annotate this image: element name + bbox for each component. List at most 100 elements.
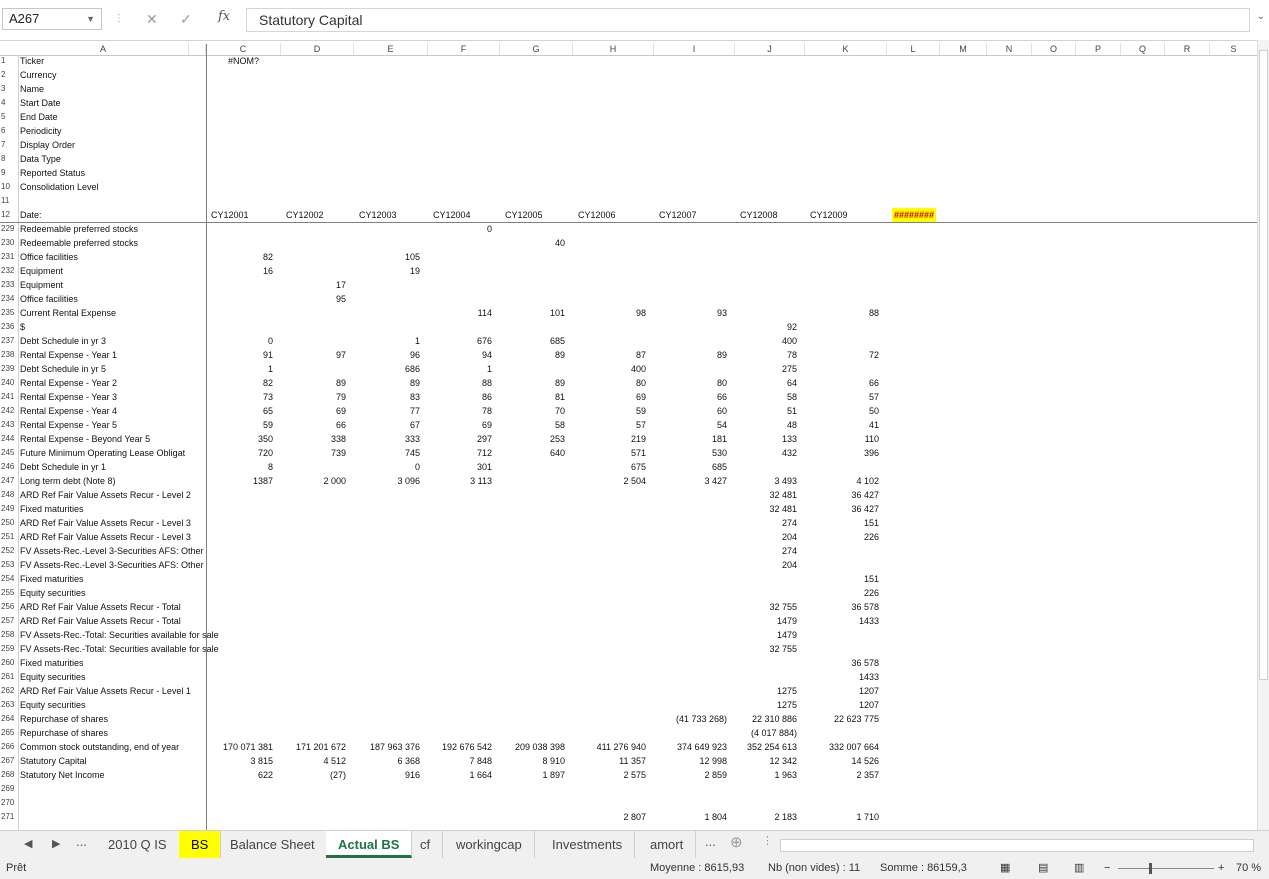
cell-C[interactable]: 82: [206, 250, 273, 264]
cell-H[interactable]: 2 575: [573, 768, 646, 782]
cell-F[interactable]: 297: [428, 432, 492, 446]
cell-J[interactable]: 32 755: [735, 600, 797, 614]
cell-F[interactable]: 301: [428, 460, 492, 474]
row-label-cell[interactable]: Currency: [20, 68, 57, 82]
cell-J[interactable]: 32 481: [735, 502, 797, 516]
cell-C[interactable]: 350: [206, 432, 273, 446]
tab-overflow-right[interactable]: ...: [705, 834, 716, 849]
row-label-cell[interactable]: Data Type: [20, 152, 61, 166]
cell-G[interactable]: 253: [500, 432, 565, 446]
cell-D[interactable]: 97: [281, 348, 346, 362]
cell-J[interactable]: 51: [735, 404, 797, 418]
cell-H[interactable]: 87: [573, 348, 646, 362]
row-label-cell[interactable]: ARD Ref Fair Value Assets Recur - Level …: [20, 530, 191, 544]
row-header[interactable]: 259: [0, 642, 19, 656]
tab-next-icon[interactable]: ▶: [52, 837, 60, 850]
row-label-cell[interactable]: Statutory Capital: [20, 754, 87, 768]
cell-G[interactable]: 70: [500, 404, 565, 418]
tab-cf[interactable]: cf: [408, 831, 444, 858]
cell-J[interactable]: 432: [735, 446, 797, 460]
row-label-cell[interactable]: Fixed maturities: [20, 572, 84, 586]
row-label-cell[interactable]: End Date: [20, 110, 58, 124]
cell-C[interactable]: 73: [206, 390, 273, 404]
cell-C[interactable]: 8: [206, 460, 273, 474]
row-header[interactable]: 12: [0, 208, 19, 222]
row-label-cell[interactable]: Display Order: [20, 138, 75, 152]
row-label-cell[interactable]: Equipment: [20, 278, 63, 292]
cell-I[interactable]: 54: [654, 418, 727, 432]
cell-C[interactable]: 1: [206, 362, 273, 376]
cell-J[interactable]: 12 342: [735, 754, 797, 768]
row-label-cell[interactable]: Rental Expense - Year 4: [20, 404, 117, 418]
cell-G[interactable]: 209 038 398: [500, 740, 565, 754]
cell-C[interactable]: 1387: [206, 474, 273, 488]
cell-E[interactable]: 83: [354, 390, 420, 404]
cell-K[interactable]: 72: [805, 348, 879, 362]
row-header[interactable]: 248: [0, 488, 19, 502]
cell-C[interactable]: CY12001: [211, 208, 249, 222]
row-header[interactable]: 241: [0, 390, 19, 404]
row-header[interactable]: 229: [0, 222, 19, 236]
cell-J[interactable]: 48: [735, 418, 797, 432]
cell-K[interactable]: 1433: [805, 670, 879, 684]
insert-function-button[interactable]: fx: [218, 9, 230, 24]
row-label-cell[interactable]: ARD Ref Fair Value Assets Recur - Total: [20, 614, 181, 628]
cell-K[interactable]: 36 427: [805, 488, 879, 502]
cell-H[interactable]: 59: [573, 404, 646, 418]
cell-F[interactable]: 94: [428, 348, 492, 362]
cell-E[interactable]: 0: [354, 460, 420, 474]
row-header[interactable]: 269: [0, 782, 19, 796]
cell-G[interactable]: CY12005: [505, 208, 543, 222]
cell-H[interactable]: 2 504: [573, 474, 646, 488]
cell-I[interactable]: 685: [654, 460, 727, 474]
cell-I[interactable]: 374 649 923: [654, 740, 727, 754]
column-header[interactable]: O: [1032, 43, 1076, 55]
add-sheet-icon[interactable]: ⊕: [730, 833, 743, 851]
cell-C[interactable]: 0: [206, 334, 273, 348]
column-header[interactable]: Q: [1121, 43, 1165, 55]
row-label-cell[interactable]: Statutory Net Income: [20, 768, 105, 782]
row-header[interactable]: 251: [0, 530, 19, 544]
column-header[interactable]: G: [500, 43, 573, 55]
row-label-cell[interactable]: $: [20, 320, 25, 334]
row-header[interactable]: 3: [0, 82, 19, 96]
cell-I[interactable]: 80: [654, 376, 727, 390]
cell-G[interactable]: 8 910: [500, 754, 565, 768]
row-label-cell[interactable]: Date:: [20, 208, 42, 222]
row-header[interactable]: 6: [0, 124, 19, 138]
zoom-out-icon[interactable]: −: [1104, 858, 1110, 879]
cell-D[interactable]: 739: [281, 446, 346, 460]
expand-formula-icon[interactable]: ⌄: [1257, 11, 1265, 22]
cell-H[interactable]: 69: [573, 390, 646, 404]
row-label-cell[interactable]: Redeemable preferred stocks: [20, 222, 138, 236]
cell-C[interactable]: 59: [206, 418, 273, 432]
cell-E[interactable]: 333: [354, 432, 420, 446]
column-header[interactable]: I: [654, 43, 735, 55]
cell-E[interactable]: 67: [354, 418, 420, 432]
cell-I[interactable]: 12 998: [654, 754, 727, 768]
row-label-cell[interactable]: Equipment: [20, 264, 63, 278]
row-label-cell[interactable]: Rental Expense - Year 1: [20, 348, 117, 362]
row-label-cell[interactable]: Redeemable preferred stocks: [20, 236, 138, 250]
row-label-cell[interactable]: Reported Status: [20, 166, 85, 180]
cell-K[interactable]: 151: [805, 516, 879, 530]
cell-H[interactable]: 675: [573, 460, 646, 474]
cell-G[interactable]: 58: [500, 418, 565, 432]
row-label-cell[interactable]: FV Assets-Rec.-Total: Securities availab…: [20, 642, 219, 656]
column-header[interactable]: M: [940, 43, 987, 55]
row-label-cell[interactable]: Ticker: [20, 54, 44, 68]
cell-J[interactable]: 2 183: [735, 810, 797, 824]
row-header[interactable]: 238: [0, 348, 19, 362]
tab-2010-q-is[interactable]: 2010 Q IS: [96, 831, 180, 858]
cell-C[interactable]: 82: [206, 376, 273, 390]
row-header[interactable]: 245: [0, 446, 19, 460]
row-header[interactable]: 270: [0, 796, 19, 810]
row-header[interactable]: 268: [0, 768, 19, 782]
row-header[interactable]: 267: [0, 754, 19, 768]
cell-H[interactable]: 571: [573, 446, 646, 460]
row-header[interactable]: 243: [0, 418, 19, 432]
cell-D[interactable]: 338: [281, 432, 346, 446]
cell-F[interactable]: 0: [428, 222, 492, 236]
row-label-cell[interactable]: Fixed maturities: [20, 502, 84, 516]
cell-F[interactable]: CY12004: [433, 208, 471, 222]
